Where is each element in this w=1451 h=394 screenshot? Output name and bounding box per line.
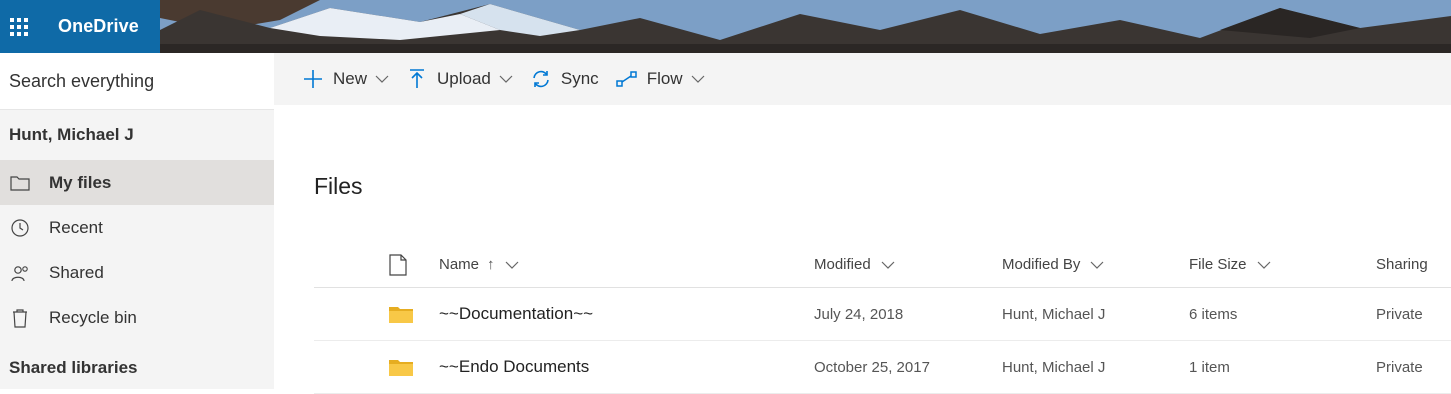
chevron-down-icon xyxy=(691,72,705,86)
modified-column-label: Modified xyxy=(814,256,871,273)
file-size: 1 item xyxy=(1189,358,1230,376)
file-list: Name ↑ Modified Modified By File Size Sh… xyxy=(314,242,1451,394)
command-bar: New Upload Sync Flow xyxy=(274,53,1451,105)
modified-by: Hunt, Michael J xyxy=(1002,305,1106,323)
sharing-column-label: Sharing xyxy=(1376,256,1428,273)
sort-ascending-icon: ↑ xyxy=(487,256,495,273)
table-row[interactable]: ~~Documentation~~ July 24, 2018 Hunt, Mi… xyxy=(314,288,1451,341)
chevron-down-icon xyxy=(505,261,519,269)
file-list-header: Name ↑ Modified Modified By File Size Sh… xyxy=(314,242,1451,288)
flow-icon xyxy=(615,68,638,90)
new-label: New xyxy=(333,69,368,88)
flow-button[interactable]: Flow xyxy=(615,68,705,90)
file-name-link[interactable]: ~~Documentation~~ xyxy=(439,304,593,324)
chevron-down-icon xyxy=(1257,261,1271,269)
modified-by-column-header[interactable]: Modified By xyxy=(1002,256,1104,273)
left-navigation: Search everything Hunt, Michael J My fil… xyxy=(0,53,274,389)
folder-icon xyxy=(389,358,413,376)
chevron-down-icon xyxy=(499,72,513,86)
flow-label: Flow xyxy=(646,69,683,88)
page-title: Files xyxy=(314,173,363,199)
sharing-column-header[interactable]: Sharing xyxy=(1376,256,1428,273)
recycle-bin-icon xyxy=(9,307,31,329)
folder-icon xyxy=(9,172,31,194)
top-bar: OneDrive xyxy=(0,0,1451,53)
chevron-down-icon xyxy=(375,72,389,86)
table-row[interactable]: ~~Endo Documents October 25, 2017 Hunt, … xyxy=(314,341,1451,394)
waffle-icon xyxy=(10,17,28,36)
file-size-column-label: File Size xyxy=(1189,256,1247,273)
app-title[interactable]: OneDrive xyxy=(58,16,139,37)
upload-button[interactable]: Upload xyxy=(406,68,513,90)
new-button[interactable]: New xyxy=(302,68,389,90)
sync-icon xyxy=(530,68,552,90)
file-type-column-header[interactable] xyxy=(389,253,413,276)
nav-item-shared[interactable]: Shared xyxy=(0,250,274,295)
nav-item-recycle-bin[interactable]: Recycle bin xyxy=(0,295,274,340)
file-icon xyxy=(389,253,407,276)
nav-item-label: Shared xyxy=(49,262,104,282)
nav-item-my-files[interactable]: My files xyxy=(0,160,274,205)
sync-label: Sync xyxy=(560,69,599,88)
file-name-link[interactable]: ~~Endo Documents xyxy=(439,357,589,377)
upload-label: Upload xyxy=(437,69,491,88)
shared-libraries-heading: Shared libraries xyxy=(9,357,138,377)
chevron-down-icon xyxy=(1090,261,1104,269)
sync-button[interactable]: Sync xyxy=(530,68,599,90)
nav-item-recent[interactable]: Recent xyxy=(0,205,274,250)
plus-icon xyxy=(302,68,324,90)
nav-item-label: My files xyxy=(49,172,112,192)
nav-item-label: Recent xyxy=(49,217,103,237)
modified-date: July 24, 2018 xyxy=(814,305,904,323)
app-launcher-button[interactable] xyxy=(0,0,38,53)
file-size-column-header[interactable]: File Size xyxy=(1189,256,1271,273)
search-input[interactable]: Search everything xyxy=(0,53,274,110)
name-column-header[interactable]: Name ↑ xyxy=(439,256,519,273)
people-icon xyxy=(9,262,31,284)
modified-column-header[interactable]: Modified xyxy=(814,256,895,273)
name-column-label: Name xyxy=(439,256,480,273)
folder-icon xyxy=(389,305,413,323)
main-content: Files Name ↑ Modified Modified By File S… xyxy=(274,105,1451,394)
nav-item-label: Recycle bin xyxy=(49,307,137,327)
upload-icon xyxy=(406,68,428,90)
sharing-status: Private xyxy=(1376,305,1423,323)
modified-date: October 25, 2017 xyxy=(814,358,930,376)
history-icon xyxy=(9,217,31,239)
chevron-down-icon xyxy=(881,261,895,269)
modified-by-column-label: Modified By xyxy=(1002,256,1081,273)
modified-by: Hunt, Michael J xyxy=(1002,358,1106,376)
suite-header: OneDrive xyxy=(0,0,160,53)
user-name: Hunt, Michael J xyxy=(9,125,134,144)
sharing-status: Private xyxy=(1376,358,1423,376)
file-size: 6 items xyxy=(1189,305,1238,323)
header-banner-image xyxy=(160,0,1451,53)
